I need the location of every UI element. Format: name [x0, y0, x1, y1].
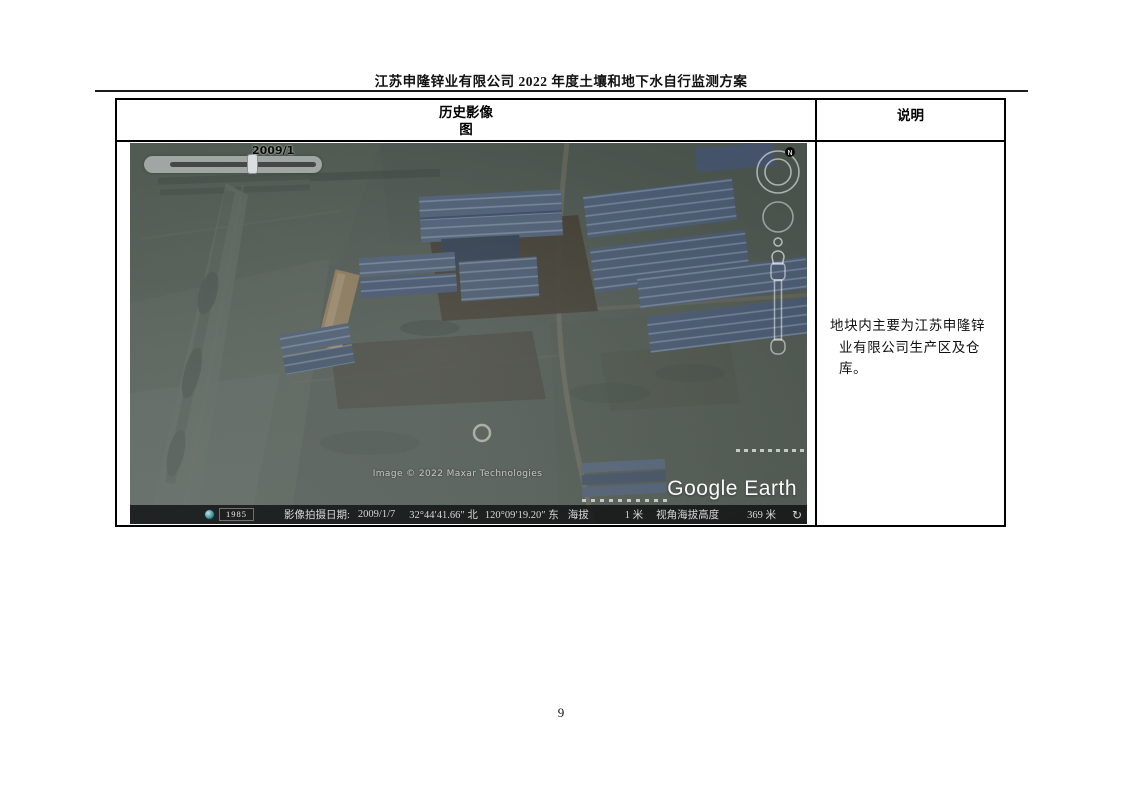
zoom-out-button [771, 339, 785, 354]
note-text: 地块内主要为江苏申隆锌业有限公司生产区及仓库。 [829, 315, 997, 380]
altitude-value: 1 米 [625, 507, 643, 522]
pegman-icon[interactable] [772, 238, 784, 264]
time-slider-date-label: 2009/1 [252, 144, 294, 157]
table-header-divider [117, 140, 1004, 142]
navigation-controls: N [748, 145, 807, 360]
table-column-divider [815, 100, 817, 525]
header-rule [95, 90, 1028, 92]
imagery-header-line1: 历史影像 [117, 104, 815, 121]
longitude-value: 120°09′19.20″ 东 [485, 507, 559, 522]
satellite-imagery [130, 143, 807, 524]
compass-north-icon[interactable]: N [785, 147, 795, 157]
zoom-in-button [771, 263, 785, 280]
pan-control[interactable] [763, 202, 793, 232]
imagery-copyright: Image © 2022 Maxar Technologies [373, 469, 543, 479]
time-slider[interactable] [144, 156, 322, 173]
history-imagery-table: 历史影像 图 说明 [115, 98, 1006, 527]
time-slider-track[interactable] [170, 162, 316, 167]
latitude-value: 32°44′41.66″ 北 [409, 507, 478, 522]
page-number: 9 [0, 705, 1122, 721]
compass-control[interactable] [757, 151, 799, 193]
compass-north-label: N [787, 149, 792, 157]
status-bar: 1985 影像拍摄日期: 2009/1/7 32°44′41.66″ 北 120… [130, 505, 807, 524]
history-year-badge[interactable]: 1985 [219, 508, 254, 521]
capture-date-label: 影像拍摄日期: [284, 507, 350, 522]
refresh-icon: ↻ [792, 508, 802, 522]
time-slider-handle[interactable] [247, 154, 258, 174]
imagery-header-line2: 图 [117, 121, 815, 138]
google-earth-viewport[interactable]: 2009/1 N [130, 143, 807, 524]
eye-altitude-value: 369 米 [747, 507, 776, 522]
document-header-title: 江苏申隆锌业有限公司 2022 年度土壤和地下水自行监测方案 [0, 70, 1122, 90]
altitude-label: 海拔 [568, 507, 589, 522]
imagery-column-header: 历史影像 图 [117, 104, 815, 138]
zoom-slider[interactable] [771, 263, 785, 354]
note-column-header: 说明 [817, 104, 1004, 124]
historical-imagery-clock-icon[interactable] [204, 509, 215, 520]
capture-date-value: 2009/1/7 [358, 509, 395, 520]
google-earth-logo: Google Earth [667, 477, 797, 501]
document-page: 江苏申隆锌业有限公司 2022 年度土壤和地下水自行监测方案 历史影像 图 说明 [0, 0, 1122, 794]
eye-altitude-label: 视角海拔高度 [656, 507, 719, 522]
